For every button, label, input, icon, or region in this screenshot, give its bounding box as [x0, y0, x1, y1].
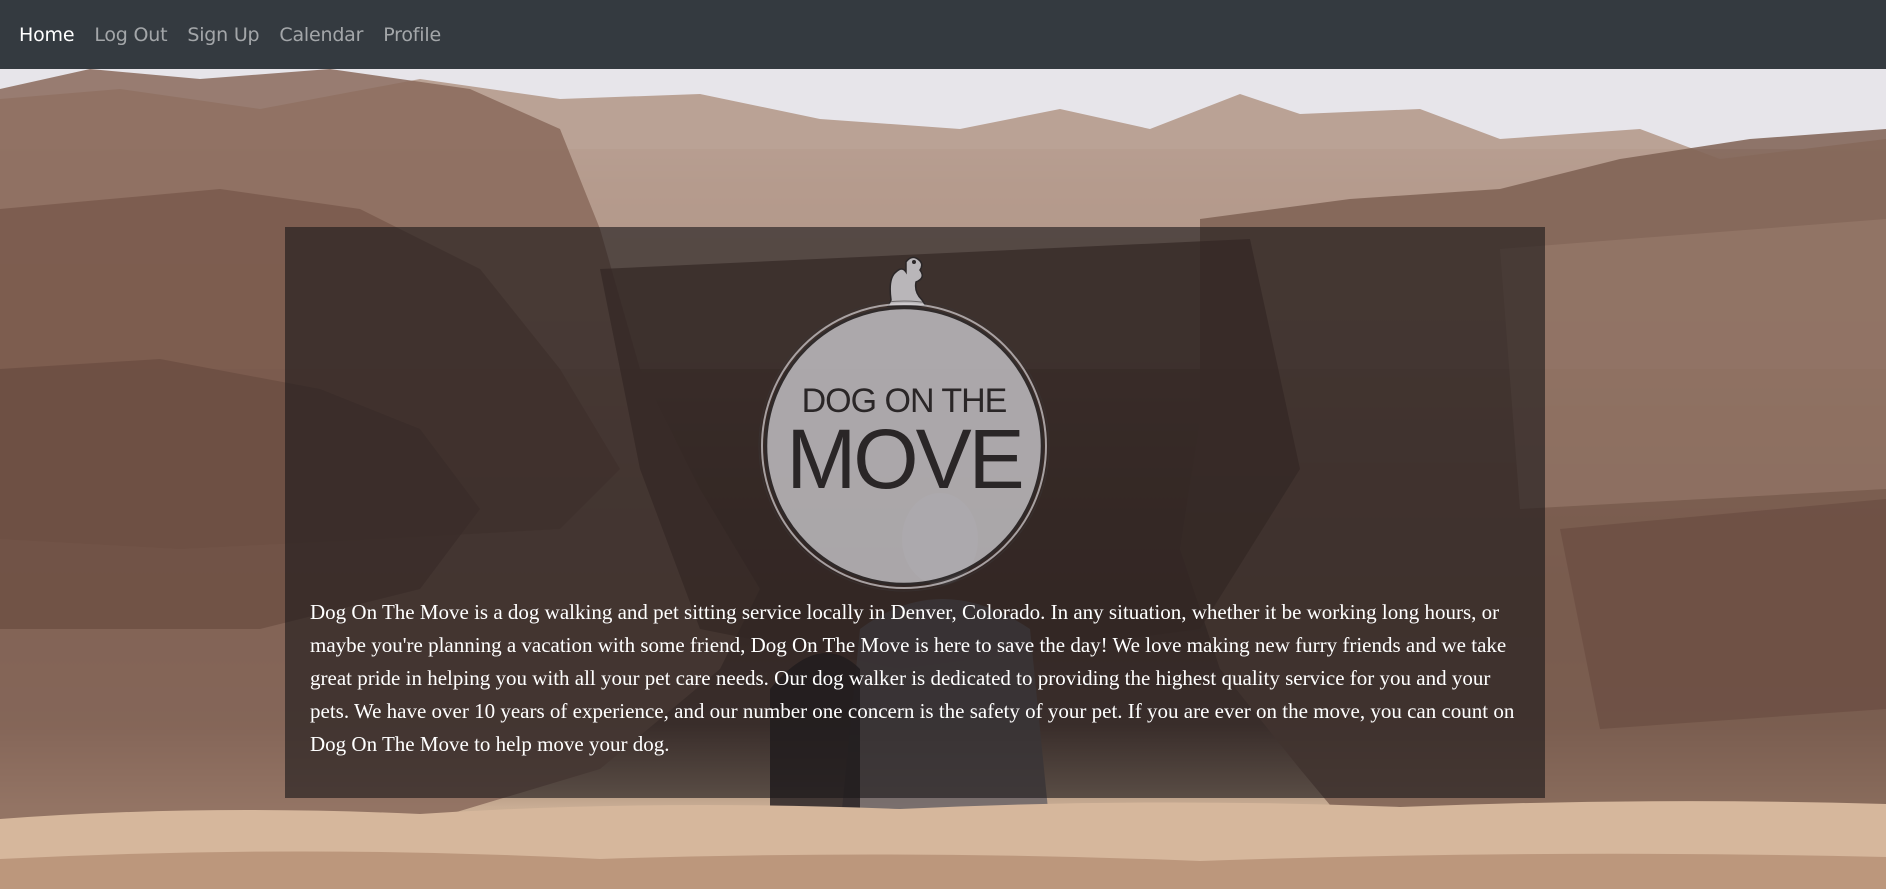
dog-icon	[886, 256, 928, 307]
nav-calendar-link[interactable]: Calendar	[279, 24, 363, 46]
dog-on-the-move-logo: DOG ON THE MOVE	[758, 256, 1050, 592]
about-description: Dog On The Move is a dog walking and pet…	[310, 600, 1515, 756]
nav-profile-link[interactable]: Profile	[383, 24, 441, 46]
nav-signup-link[interactable]: Sign Up	[187, 24, 259, 46]
nav-logout-link[interactable]: Log Out	[94, 24, 167, 46]
top-navbar: Home Log Out Sign Up Calendar Profile	[0, 0, 1886, 69]
logo-line-2: MOVE	[786, 412, 1021, 506]
nav-home-link[interactable]: Home	[19, 24, 75, 46]
